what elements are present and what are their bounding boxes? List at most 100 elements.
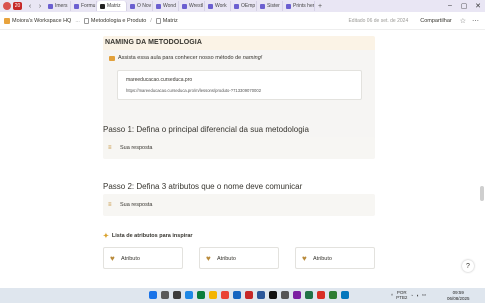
browser-tab-strip: 20 ‹ › Imers Formu Matriz O Nov Wond Wre… — [0, 0, 485, 12]
tab-label: Prints her — [293, 3, 315, 9]
tab-label: Wond — [163, 3, 176, 9]
answer-placeholder: Sua resposta — [120, 145, 153, 151]
app-icon[interactable] — [281, 291, 289, 299]
language-indicator[interactable]: POR PTB2 — [396, 290, 407, 300]
system-clock[interactable]: 09:59 06/08/2025 — [447, 290, 470, 301]
breadcrumb: Moiora's Workspace HQ ... Metodologia e … — [4, 17, 178, 24]
page-icon — [155, 17, 161, 24]
task-view-icon[interactable] — [173, 291, 181, 299]
heart-icon: ♥ — [110, 254, 115, 263]
app-icon[interactable] — [329, 291, 337, 299]
tab-favicon-icon — [286, 3, 291, 9]
close-icon[interactable]: ✕ — [471, 2, 485, 10]
tv-icon — [109, 56, 115, 61]
edge-icon[interactable] — [233, 291, 241, 299]
app-icon[interactable] — [269, 291, 277, 299]
chevron-up-icon[interactable]: ^ — [391, 293, 393, 298]
search-icon[interactable] — [161, 291, 169, 299]
volume-icon[interactable]: ◖ — [416, 293, 419, 298]
step1-heading: Passo 1: Defina o principal diferencial … — [103, 125, 309, 134]
browser-tab[interactable]: Prints her — [283, 1, 315, 11]
profile-avatar[interactable] — [3, 2, 11, 10]
tab-label: O Nov — [137, 3, 152, 9]
breadcrumb-separator: / — [150, 17, 152, 24]
browser-tab[interactable]: Work — [205, 1, 231, 11]
notification-badge[interactable]: 20 — [13, 2, 22, 10]
browser-tab[interactable]: Formu — [71, 1, 97, 11]
attribute-card[interactable]: ♥ Atributo — [103, 247, 183, 269]
tab-favicon-icon — [156, 3, 161, 9]
app-icon[interactable] — [245, 291, 253, 299]
tab-favicon-icon — [100, 3, 105, 9]
callout-text-main: Assista essa aula para conhecer nosso mé… — [118, 55, 243, 61]
embed-domain: mareeducacao.curseduca.pro — [126, 77, 193, 83]
embed-url[interactable]: https://mareeducacao.curseduca.pro/m/les… — [126, 88, 261, 93]
excel-icon[interactable] — [305, 291, 313, 299]
tab-label: Work — [215, 3, 227, 9]
more-options-icon[interactable]: ⋯ — [472, 17, 479, 25]
scrollbar-thumb[interactable] — [480, 186, 484, 201]
keyboard-layout: PTB2 — [396, 295, 408, 300]
attribute-card[interactable]: ♥ Atributo — [295, 247, 375, 269]
tab-favicon-icon — [74, 3, 79, 9]
new-tab-icon[interactable]: + — [315, 0, 325, 12]
app-icon[interactable] — [317, 291, 325, 299]
help-button[interactable]: ? — [462, 260, 474, 272]
battery-icon[interactable]: ▭ — [422, 292, 426, 298]
wifi-icon[interactable]: ◔ — [410, 293, 413, 298]
minimize-icon[interactable]: – — [443, 2, 457, 10]
browser-tab[interactable]: OEmp — [231, 1, 257, 11]
browser-tab[interactable]: Wond — [153, 1, 179, 11]
taskbar-apps — [149, 291, 349, 299]
step2-heading: Passo 2: Defina 3 atributos que o nome d… — [103, 182, 303, 191]
app-icon[interactable] — [197, 291, 205, 299]
breadcrumb-methodology[interactable]: Metodologia e Produto — [91, 18, 146, 24]
chrome-icon[interactable] — [221, 291, 229, 299]
tab-label: OEmp — [241, 3, 256, 9]
widgets-icon[interactable] — [185, 291, 193, 299]
star-icon[interactable]: ☆ — [460, 17, 466, 25]
page-icon — [83, 17, 89, 24]
window-controls: – ▢ ✕ — [443, 2, 485, 10]
section-title: NAMING DA METODOLOGIA — [105, 39, 202, 46]
callout-text: Assista essa aula para conhecer nosso mé… — [118, 55, 262, 61]
tab-label: Formu — [81, 3, 96, 9]
browser-tab[interactable]: Wrestl — [179, 1, 205, 11]
tab-label: Imers — [55, 3, 68, 9]
file-explorer-icon[interactable] — [209, 291, 217, 299]
tab-favicon-icon — [130, 3, 135, 9]
workspace-icon — [4, 17, 10, 24]
attribute-label: Atributo — [217, 256, 236, 262]
word-icon[interactable] — [257, 291, 265, 299]
breadcrumb-ellipsis[interactable]: ... — [75, 18, 80, 24]
forward-icon[interactable]: › — [35, 0, 45, 12]
attributes-heading: ✦ Lista de atributos para inspirar — [103, 232, 193, 240]
step2-answer-field[interactable]: ≡ Sua resposta — [103, 194, 375, 216]
tab-favicon-icon — [182, 3, 187, 9]
browser-tab-active[interactable]: Matriz — [97, 1, 127, 11]
browser-tab[interactable]: O Nov — [127, 1, 153, 11]
back-icon[interactable]: ‹ — [25, 0, 35, 12]
tab-label: Matriz — [107, 3, 121, 9]
bookmark-embed[interactable]: mareeducacao.curseduca.pro https://maree… — [117, 70, 362, 100]
browser-tab[interactable]: Imers — [45, 1, 71, 11]
breadcrumb-matrix[interactable]: Matriz — [163, 18, 178, 24]
share-button[interactable]: Compartilhar — [420, 18, 451, 24]
breadcrumb-workspace[interactable]: Moiora's Workspace HQ — [12, 18, 71, 24]
app-icon[interactable] — [341, 291, 349, 299]
attribute-card[interactable]: ♥ Atributo — [199, 247, 279, 269]
heart-icon: ♥ — [302, 254, 307, 263]
step1-answer-field[interactable]: ≡ Sua resposta — [103, 137, 375, 159]
topbar-actions: ☆ ⋯ — [460, 17, 479, 25]
start-icon[interactable] — [149, 291, 157, 299]
heart-icon: ♥ — [206, 254, 211, 263]
browser-tab[interactable]: Sister — [257, 1, 283, 11]
tab-favicon-icon — [48, 3, 53, 9]
maximize-icon[interactable]: ▢ — [457, 2, 471, 10]
edited-timestamp: Editado 06 de set. de 2024 — [348, 17, 409, 24]
app-icon[interactable] — [293, 291, 301, 299]
system-tray: ^ POR PTB2 ◔ ◖ ▭ — [391, 290, 426, 300]
attributes-heading-text: Lista de atributos para inspirar — [111, 233, 193, 239]
tab-favicon-icon — [208, 3, 213, 9]
tab-favicon-icon — [234, 3, 239, 9]
